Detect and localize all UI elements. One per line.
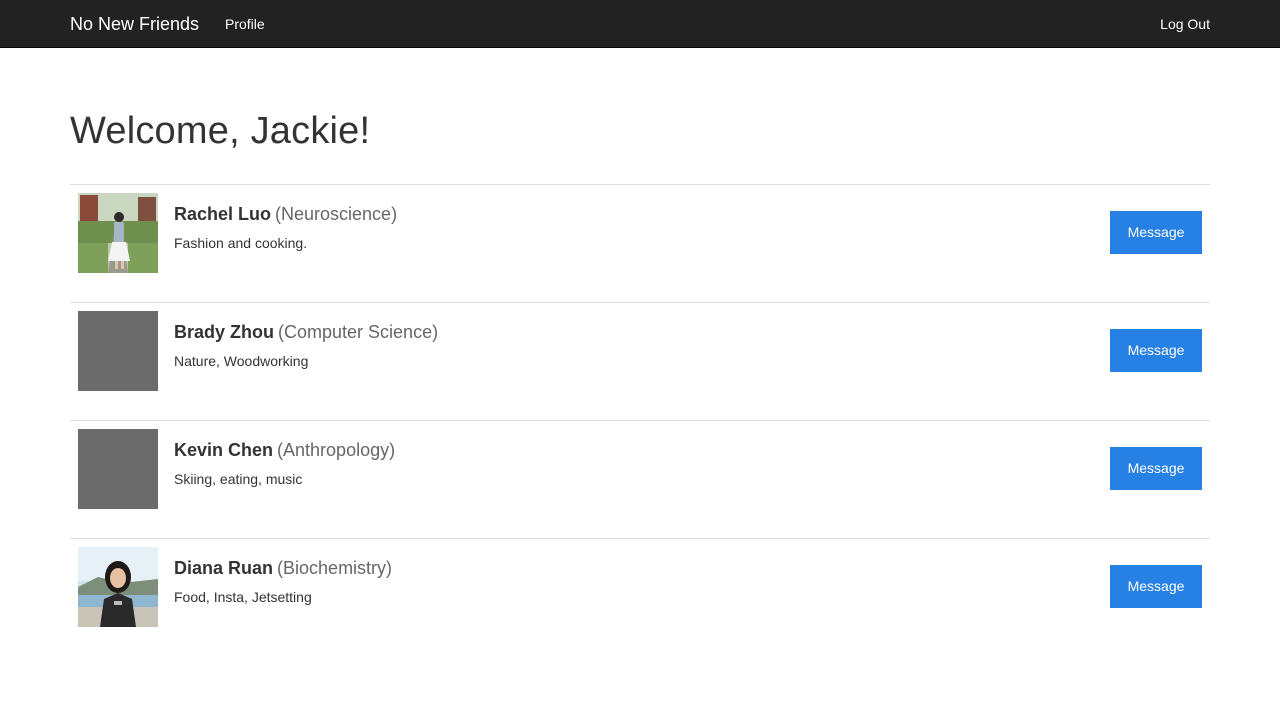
name-line: Rachel Luo (Neuroscience) [174, 201, 397, 227]
user-info: Rachel Luo (Neuroscience) Fashion and coo… [174, 201, 397, 253]
nav-logout-link[interactable]: Log Out [1160, 0, 1210, 48]
avatar-placeholder-kevin-chen [78, 429, 158, 509]
message-button[interactable]: Message [1110, 329, 1202, 372]
user-info: Brady Zhou (Computer Science) Nature, Woo… [174, 319, 438, 371]
user-name: Diana Ruan [174, 558, 274, 578]
avatar-diana-ruan [78, 547, 158, 627]
page-title: Welcome, Jackie! [70, 110, 371, 152]
user-major: (Anthropology) [277, 440, 396, 460]
user-interests: Fashion and cooking. [174, 235, 308, 251]
user-info: Kevin Chen (Anthropology) Skiing, eating,… [174, 437, 395, 489]
nav-profile-link[interactable]: Profile [225, 0, 265, 48]
user-card-diana-ruan: Diana Ruan (Biochemistry) Food, Insta, Je… [70, 538, 1210, 656]
message-button[interactable]: Message [1110, 211, 1202, 254]
user-info: Diana Ruan (Biochemistry) Food, Insta, Je… [174, 555, 392, 607]
user-name: Rachel Luo [174, 204, 272, 224]
user-interests: Nature, Woodworking [174, 353, 309, 369]
brand-link[interactable]: No New Friends [70, 0, 199, 48]
avatar-placeholder-brady-zhou [78, 311, 158, 391]
message-button[interactable]: Message [1110, 447, 1202, 490]
user-list: Rachel Luo (Neuroscience) Fashion and coo… [70, 184, 1210, 656]
user-major: (Neuroscience) [275, 204, 398, 224]
message-button[interactable]: Message [1110, 565, 1202, 608]
user-name: Kevin Chen [174, 440, 274, 460]
avatar-rachel-luo [78, 193, 158, 273]
top-navbar: No New Friends Profile Log Out [0, 0, 1280, 48]
user-card-brady-zhou: Brady Zhou (Computer Science) Nature, Woo… [70, 302, 1210, 420]
user-interests: Food, Insta, Jetsetting [174, 589, 312, 605]
user-name: Brady Zhou [174, 322, 275, 342]
name-line: Brady Zhou (Computer Science) [174, 319, 438, 345]
user-major: (Biochemistry) [277, 558, 393, 578]
user-major: (Computer Science) [278, 322, 439, 342]
name-line: Kevin Chen (Anthropology) [174, 437, 395, 463]
user-interests: Skiing, eating, music [174, 471, 303, 487]
user-card-rachel-luo: Rachel Luo (Neuroscience) Fashion and coo… [70, 184, 1210, 302]
user-card-kevin-chen: Kevin Chen (Anthropology) Skiing, eating,… [70, 420, 1210, 538]
name-line: Diana Ruan (Biochemistry) [174, 555, 392, 581]
